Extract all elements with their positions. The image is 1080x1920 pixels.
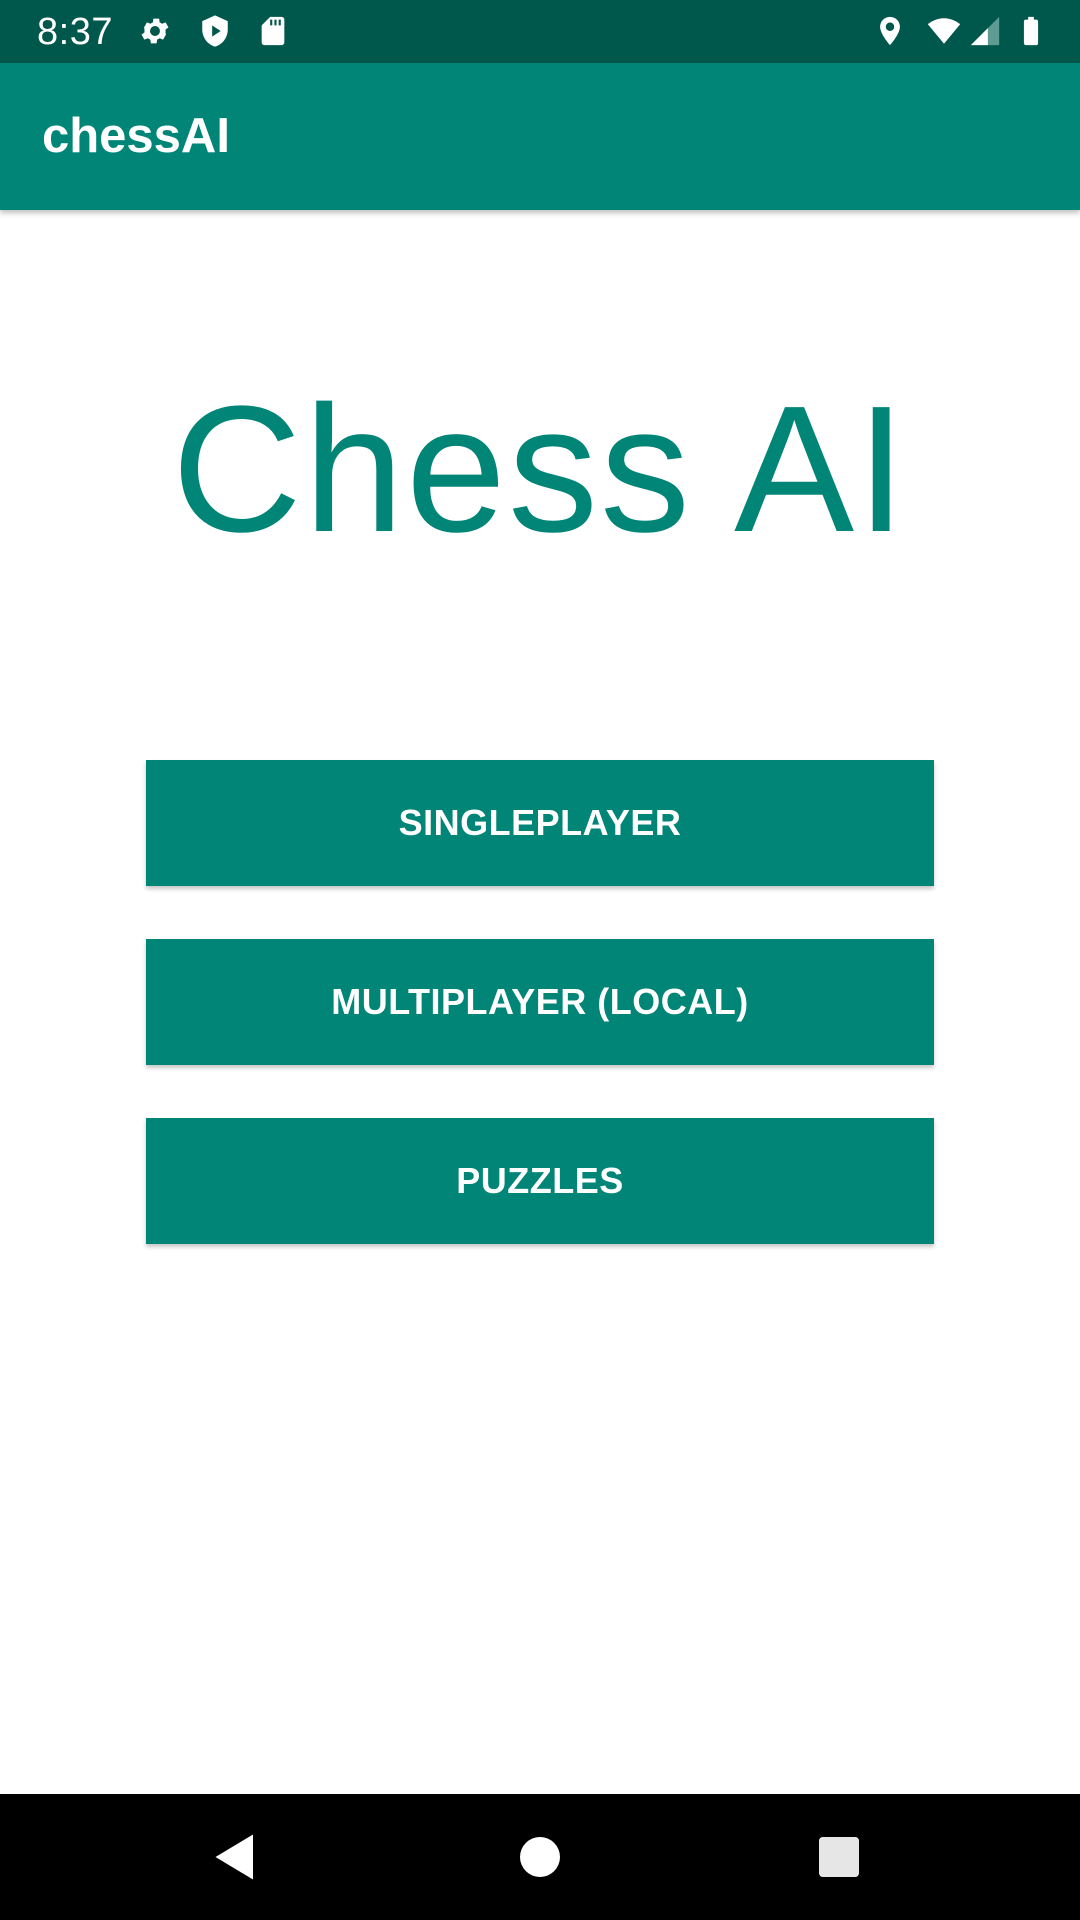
recents-icon[interactable]	[809, 1827, 869, 1887]
app-bar: chessAI	[0, 63, 1080, 210]
cell-signal-icon	[968, 14, 1002, 48]
battery-icon	[1014, 14, 1048, 48]
multiplayer-local-button[interactable]: MULTIPLAYER (LOCAL)	[146, 939, 934, 1065]
singleplayer-button[interactable]: SINGLEPLAYER	[146, 760, 934, 886]
home-icon[interactable]	[510, 1827, 570, 1887]
navigation-bar	[0, 1794, 1080, 1920]
status-bar: 8:37	[0, 0, 1080, 63]
play-shield-icon	[198, 14, 232, 48]
wifi-icon	[922, 14, 966, 48]
status-time: 8:37	[37, 11, 113, 53]
app-title: chessAI	[42, 109, 230, 163]
location-icon	[873, 14, 907, 48]
sd-card-icon	[256, 14, 290, 48]
back-icon[interactable]	[208, 1827, 268, 1887]
hero-title: Chess AI	[171, 369, 909, 570]
gear-icon	[138, 14, 172, 48]
puzzles-button[interactable]: PUZZLES	[146, 1118, 934, 1244]
